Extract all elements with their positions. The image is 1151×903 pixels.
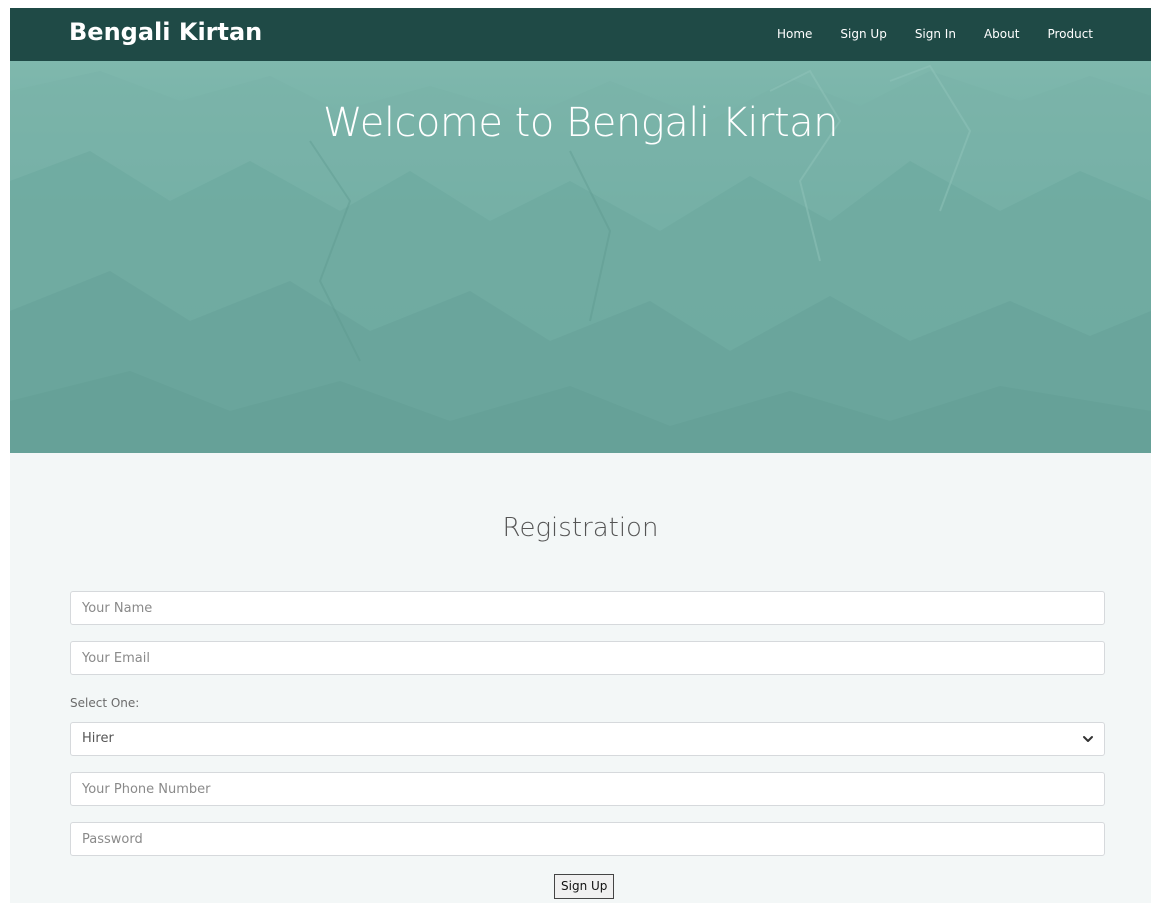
- navbar: Bengali Kirtan Home Sign Up Sign In Abou…: [10, 8, 1151, 61]
- sign-up-button[interactable]: Sign Up: [554, 874, 615, 899]
- brand-logo-link[interactable]: Bengali Kirtan: [69, 16, 262, 48]
- password-input[interactable]: [70, 822, 1105, 856]
- nav-link-sign-in[interactable]: Sign In: [915, 8, 956, 61]
- hero-banner: Welcome to Bengali Kirtan: [10, 61, 1151, 453]
- phone-input[interactable]: [70, 772, 1105, 806]
- hero-title: Welcome to Bengali Kirtan: [323, 100, 839, 146]
- email-input[interactable]: [70, 641, 1105, 675]
- page: Bengali Kirtan Home Sign Up Sign In Abou…: [10, 8, 1151, 903]
- nav-link-home[interactable]: Home: [777, 8, 812, 61]
- chevron-down-icon: [1083, 736, 1093, 742]
- nav-menu: Home Sign Up Sign In About Product: [749, 8, 1093, 61]
- role-select[interactable]: Hirer: [70, 722, 1105, 756]
- name-input[interactable]: [70, 591, 1105, 625]
- nav-link-product[interactable]: Product: [1047, 8, 1093, 61]
- nav-link-sign-up[interactable]: Sign Up: [840, 8, 886, 61]
- role-select-value: Hirer: [82, 731, 114, 746]
- select-label: Select One:: [70, 696, 140, 710]
- nav-link-about[interactable]: About: [984, 8, 1019, 61]
- registration-title: Registration: [502, 513, 659, 543]
